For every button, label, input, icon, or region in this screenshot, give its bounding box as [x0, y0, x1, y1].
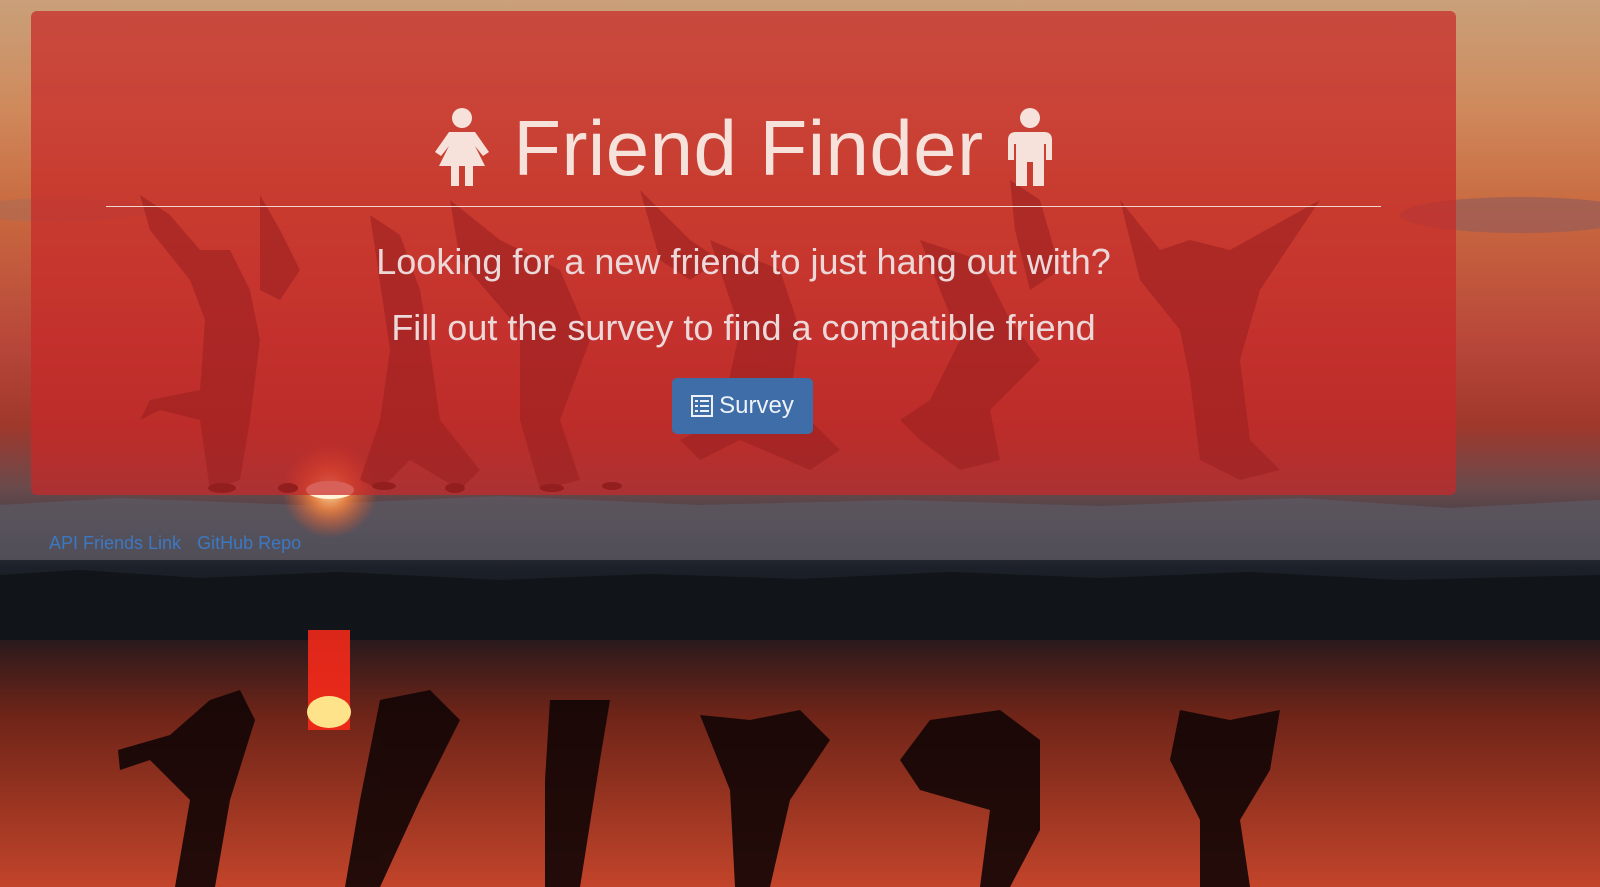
lead-line-2: Fill out the survey to find a compatible…	[391, 307, 1096, 348]
survey-button[interactable]: Survey	[672, 378, 813, 434]
title-text: Friend Finder	[513, 104, 984, 192]
footer-links: API Friends Link GitHub Repo	[49, 533, 312, 554]
male-person-icon	[1006, 108, 1054, 188]
lead-line-1: Looking for a new friend to just hang ou…	[376, 241, 1111, 282]
list-icon	[691, 395, 714, 417]
page: Friend Finder Looking for a new friend t…	[0, 0, 1600, 887]
jumbotron-panel: Friend Finder Looking for a new friend t…	[31, 11, 1456, 495]
page-title: Friend Finder	[31, 103, 1456, 193]
female-person-icon	[433, 108, 491, 188]
github-repo-link[interactable]: GitHub Repo	[197, 533, 301, 553]
divider	[106, 206, 1381, 207]
api-friends-link[interactable]: API Friends Link	[49, 533, 181, 553]
survey-button-label: Survey	[719, 392, 794, 419]
